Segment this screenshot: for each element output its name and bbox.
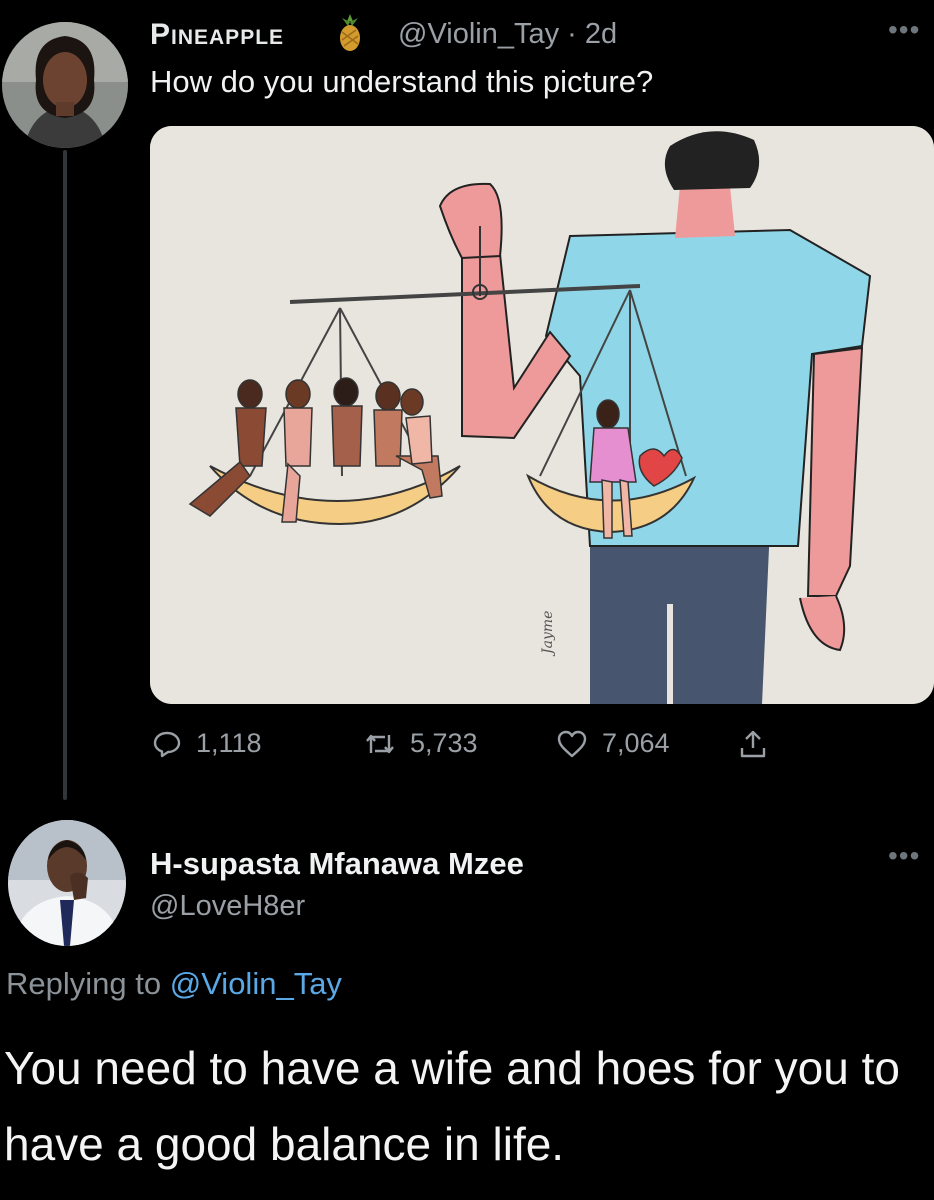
reply-icon: [153, 731, 181, 757]
share-icon: [740, 730, 766, 758]
reply-count: 1,118: [196, 728, 262, 758]
thread-connector-line: [63, 150, 67, 800]
artist-signature: Jayme: [540, 611, 556, 657]
pineapple-icon: [328, 10, 372, 54]
reply-avatar-image: [8, 820, 126, 946]
avatar[interactable]: [2, 22, 128, 148]
avatar-image: [2, 22, 128, 148]
like-action[interactable]: 7,064: [556, 728, 670, 759]
reply-action[interactable]: 1,118: [152, 728, 262, 759]
author-handle-time[interactable]: @Violin_Tay · 2d: [398, 18, 617, 51]
heart-icon: [557, 730, 587, 757]
reply-author-name[interactable]: H-supasta Mfanawa Mzee: [150, 846, 524, 882]
like-count: 7,064: [602, 728, 670, 758]
author-name[interactable]: Pineapple: [150, 18, 284, 52]
share-action[interactable]: [737, 728, 769, 760]
replying-to-link[interactable]: @Violin_Tay: [170, 966, 342, 1001]
reply-text: You need to have a wife and hoes for you…: [4, 1042, 900, 1170]
replying-to-line: Replying to @Violin_Tay: [6, 966, 342, 1002]
reply-author-handle[interactable]: @LoveH8er: [150, 890, 305, 923]
tweet-media-image[interactable]: Jayme: [150, 126, 934, 704]
retweet-count: 5,733: [410, 728, 478, 758]
retweet-action[interactable]: 5,733: [364, 728, 478, 759]
illustration: Jayme: [150, 126, 934, 704]
more-options-icon[interactable]: •••: [888, 14, 920, 46]
replying-prefix: Replying to: [6, 966, 170, 1001]
reply-more-options-icon[interactable]: •••: [888, 840, 920, 872]
reply-avatar[interactable]: [8, 820, 126, 946]
retweet-icon: [366, 734, 394, 753]
tweet-text: How do you understand this picture?: [150, 64, 654, 99]
